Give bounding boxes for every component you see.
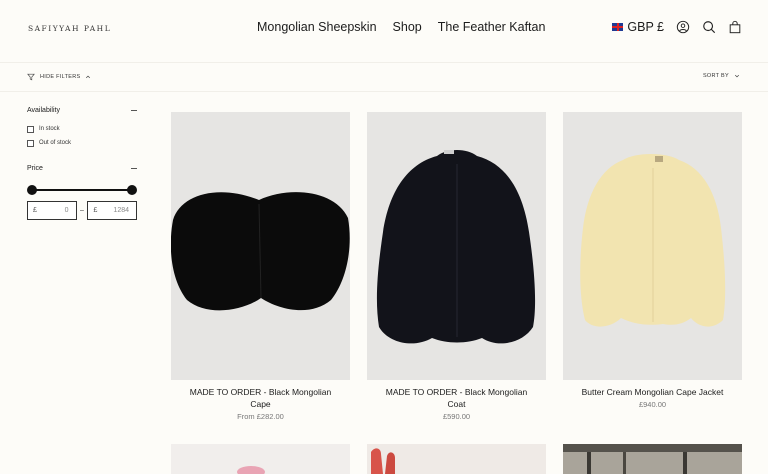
product-title[interactable]: MADE TO ORDER - Black Mongolian Coat [367, 386, 546, 410]
currency-label: GBP £ [627, 20, 664, 34]
product-image-row2-1[interactable] [171, 444, 350, 474]
product-price: £590.00 [442, 412, 471, 421]
filter-out-of-stock[interactable]: Out of stock [27, 136, 137, 150]
range-separator: – [80, 207, 84, 214]
nav-item-feather-kaftan[interactable]: The Feather Kaftan [438, 20, 546, 34]
price-range-slider[interactable] [27, 184, 137, 196]
filter-sidebar: Availability In stock Out of stock Price… [27, 104, 137, 220]
uk-flag-icon [612, 23, 624, 31]
header-actions: GBP £ [612, 20, 742, 34]
chevron-down-icon [734, 74, 740, 78]
hide-filters-button[interactable]: HIDE FILTERS [27, 73, 91, 81]
sort-by-dropdown[interactable]: SORT BY [703, 73, 740, 79]
price-heading: Price [27, 164, 43, 172]
checkbox-in-stock[interactable] [27, 125, 34, 133]
product-price: £940.00 [638, 400, 667, 409]
search-icon[interactable] [702, 20, 716, 34]
slider-track [32, 189, 132, 191]
availability-heading: Availability [27, 106, 60, 114]
out-of-stock-label: Out of stock [39, 140, 72, 146]
product-title[interactable]: Butter Cream Mongolian Cape Jacket [563, 386, 742, 398]
nav-item-shop[interactable]: Shop [393, 20, 422, 34]
product-image-black-cape[interactable] [171, 112, 350, 380]
collapse-icon [131, 167, 137, 169]
chevron-up-icon [86, 75, 91, 79]
product-image-black-coat[interactable] [367, 112, 546, 380]
product-price: From £282.00 [237, 412, 284, 421]
currency-symbol: £ [93, 207, 98, 214]
price-toggle[interactable]: Price [27, 162, 137, 174]
brand-logo[interactable]: SAFIYYAH PAHL [28, 24, 111, 33]
price-inputs: £ 0 – £ 1284 [27, 201, 137, 220]
price-min-value: 0 [64, 207, 69, 214]
currency-selector[interactable]: GBP £ [612, 20, 664, 34]
account-icon[interactable] [676, 20, 690, 34]
checkbox-out-of-stock[interactable] [27, 139, 34, 147]
product-image-row2-3[interactable] [563, 444, 742, 474]
product-title[interactable]: MADE TO ORDER - Black Mongolian Cape [171, 386, 350, 410]
hide-filters-label: HIDE FILTERS [40, 74, 81, 80]
in-stock-label: In stock [39, 126, 60, 132]
slider-min-handle[interactable] [27, 185, 37, 195]
product-image-row2-2[interactable] [367, 444, 546, 474]
slider-max-handle[interactable] [127, 185, 137, 195]
filter-bar: HIDE FILTERS SORT BY [0, 62, 768, 92]
filter-icon [27, 73, 35, 81]
price-max-input[interactable]: £ 1284 [87, 201, 137, 220]
product-image-butter-cream-jacket[interactable] [563, 112, 742, 380]
nav-item-mongolian-sheepskin[interactable]: Mongolian Sheepskin [257, 20, 377, 34]
price-min-input[interactable]: £ 0 [27, 201, 77, 220]
currency-symbol: £ [33, 207, 37, 214]
availability-toggle[interactable]: Availability [27, 104, 137, 116]
main-nav: Mongolian Sheepskin Shop The Feather Kaf… [257, 20, 545, 34]
collapse-icon [131, 109, 137, 111]
price-max-value: 1284 [113, 207, 129, 214]
sort-by-label: SORT BY [702, 73, 729, 79]
filter-in-stock[interactable]: In stock [27, 122, 137, 136]
cart-icon[interactable] [728, 20, 742, 34]
